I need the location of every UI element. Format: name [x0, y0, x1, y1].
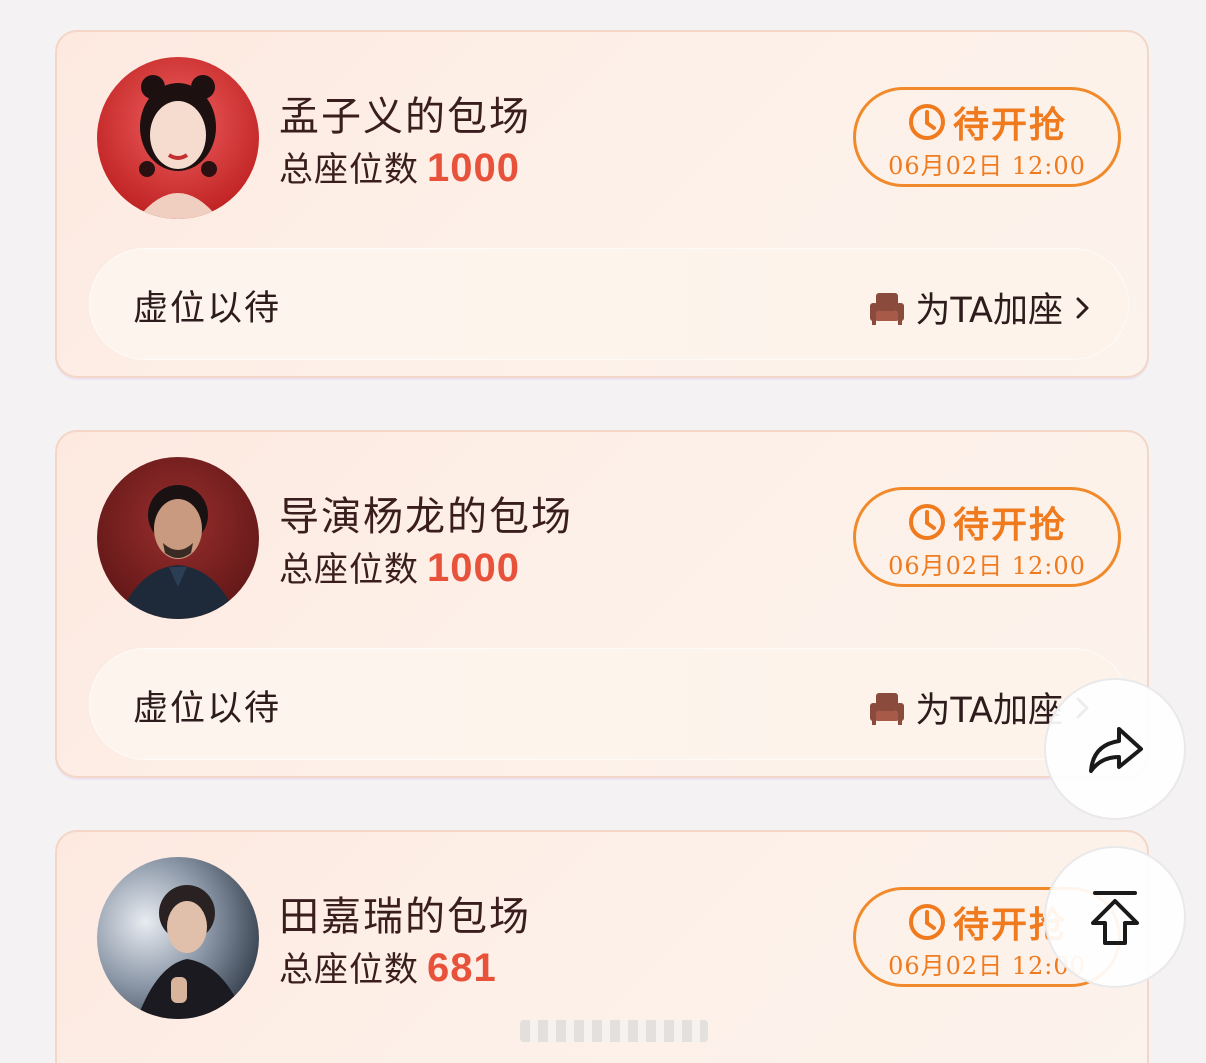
add-seat-link[interactable]: 为TA加座: [869, 282, 1093, 333]
venue-card[interactable]: 孟子义的包场 总座位数 1000 待开抢 06月02日 12:00 虚位以待 为…: [55, 30, 1149, 378]
watermark: [520, 1020, 708, 1042]
seat-total: 总座位数 1000: [279, 542, 520, 591]
avatar[interactable]: [97, 57, 259, 219]
rush-label: 待开抢: [952, 105, 1067, 146]
sofa-icon: [870, 692, 905, 725]
venue-title: 导演杨龙的包场: [279, 494, 573, 540]
seat-total: 总座位数 1000: [279, 142, 520, 191]
share-button[interactable]: [1044, 678, 1186, 820]
seat-total-label: 总座位数: [279, 950, 419, 990]
clock-icon: [908, 504, 945, 540]
back-to-top-icon: [1091, 891, 1139, 945]
seat-total-count: 1000: [427, 146, 520, 190]
rush-button[interactable]: 待开抢 06月02日 12:00: [853, 487, 1121, 587]
share-icon: [1089, 727, 1143, 773]
seat-bar: 虚位以待 为TA加座: [89, 248, 1129, 360]
seat-bar-label: 虚位以待: [133, 289, 282, 329]
clock-icon: [908, 104, 945, 140]
seat-total-label: 总座位数: [279, 150, 419, 190]
rush-label: 待开抢: [952, 505, 1067, 546]
seat-total-count: 1000: [427, 546, 520, 590]
seat-bar: 虚位以待 为TA加座: [89, 648, 1129, 760]
rush-button[interactable]: 待开抢 06月02日 12:00: [853, 87, 1121, 187]
seat-total-count: 681: [427, 946, 497, 990]
avatar-image: [97, 457, 259, 619]
add-seat-label: 为TA加座: [915, 691, 1063, 731]
avatar-image: [97, 857, 259, 1019]
seat-bar-label: 虚位以待: [133, 689, 282, 729]
venue-title: 田嘉瑞的包场: [279, 894, 531, 940]
add-seat-label: 为TA加座: [915, 291, 1063, 331]
seat-total: 总座位数 681: [279, 942, 497, 991]
seat-total-label: 总座位数: [279, 550, 419, 590]
venue-card[interactable]: 导演杨龙的包场 总座位数1000 待开抢 06月02日 12:00 虚位以待: [55, 430, 1149, 778]
sofa-icon: [870, 292, 905, 325]
rush-time: 06月02日 12:00: [888, 152, 1086, 180]
clock-icon: [908, 904, 945, 940]
avatar[interactable]: [97, 457, 259, 619]
page: 孟子义的包场 总座位数 1000 待开抢 06月02日 12:00 虚位以待 为…: [0, 0, 1206, 1063]
venue-title: 孟子义的包场: [279, 94, 531, 140]
avatar-image: [97, 57, 259, 219]
rush-time: 06月02日 12:00: [888, 552, 1086, 580]
avatar[interactable]: [97, 857, 259, 1019]
chevron-right-icon: [1076, 297, 1089, 318]
back-to-top-button[interactable]: [1044, 846, 1186, 988]
